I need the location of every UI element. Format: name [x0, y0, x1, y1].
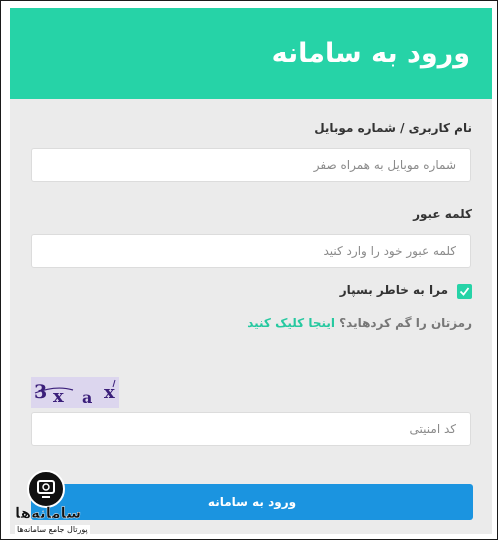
login-header: ورود به سامانه — [10, 8, 492, 99]
captcha-input[interactable] — [31, 412, 471, 446]
captcha-image: 3 x a x — [31, 377, 119, 408]
remember-checkbox[interactable] — [457, 284, 472, 299]
captcha-noise — [34, 379, 116, 394]
monitor-search-icon — [37, 480, 55, 498]
username-label: نام کاربری / شماره موبایل — [314, 121, 472, 135]
forgot-question: رمزتان را گم کردهاید؟ — [339, 316, 472, 330]
password-label: کلمه عبور — [413, 207, 472, 221]
site-logo — [27, 470, 65, 508]
forgot-password-text: رمزتان را گم کردهاید؟ اینجا کلیک کنید — [247, 316, 472, 330]
forgot-password-link[interactable]: اینجا کلیک کنید — [247, 316, 335, 330]
login-panel: ورود به سامانه نام کاربری / شماره موبایل… — [10, 8, 492, 534]
password-input[interactable] — [31, 234, 471, 268]
page-frame: ورود به سامانه نام کاربری / شماره موبایل… — [0, 0, 498, 540]
watermark-name: سامانه‌ها — [15, 504, 82, 522]
username-input[interactable] — [31, 148, 471, 182]
page-title: ورود به سامانه — [271, 38, 470, 69]
login-submit-button[interactable]: ورود به سامانه — [31, 484, 473, 520]
watermark-tagline: پورتال جامع سامانه‌ها — [15, 525, 90, 534]
check-icon — [459, 287, 470, 296]
remember-label: مرا به خاطر بسپار — [339, 283, 448, 297]
